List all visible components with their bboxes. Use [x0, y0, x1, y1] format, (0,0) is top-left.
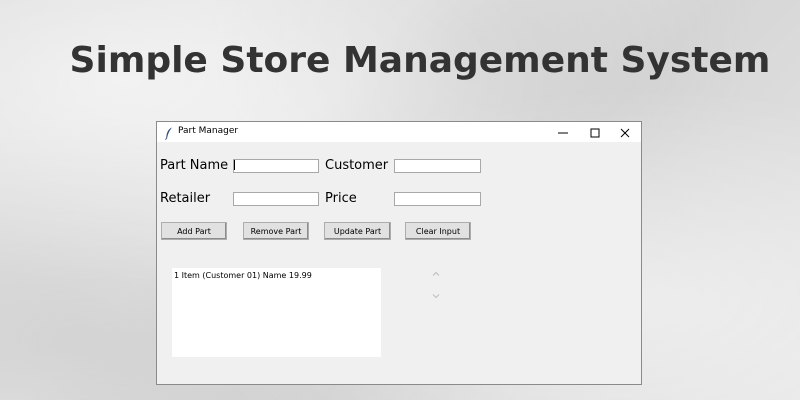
close-icon: [620, 123, 630, 142]
customer-input[interactable]: [394, 159, 481, 173]
maximize-icon: [590, 123, 600, 142]
close-button[interactable]: [610, 122, 640, 142]
part-name-input[interactable]: [233, 159, 319, 173]
parts-listbox[interactable]: 1 Item (Customer 01) Name 19.99: [172, 268, 381, 357]
price-input[interactable]: [394, 192, 481, 206]
list-scrollbar[interactable]: [430, 261, 442, 299]
customer-label: Customer: [325, 158, 389, 173]
window-titlebar[interactable]: Part Manager: [157, 122, 641, 142]
retailer-label: Retailer: [160, 191, 211, 206]
minimize-button[interactable]: [548, 122, 578, 142]
scroll-down-icon[interactable]: [432, 285, 440, 299]
retailer-input[interactable]: [233, 192, 319, 206]
add-part-button[interactable]: Add Part: [161, 222, 227, 240]
clear-input-button[interactable]: Clear Input: [405, 222, 471, 240]
part-manager-window: Part Manager Part Name Customer Retailer…: [156, 121, 642, 385]
remove-part-button[interactable]: Remove Part: [243, 222, 309, 240]
page-headline: Simple Store Management System: [69, 40, 771, 81]
list-item[interactable]: 1 Item (Customer 01) Name 19.99: [174, 271, 379, 281]
text-caret: [234, 160, 235, 170]
update-part-button[interactable]: Update Part: [324, 222, 391, 240]
feather-icon: [165, 125, 173, 140]
window-title: Part Manager: [178, 126, 239, 136]
maximize-button[interactable]: [580, 122, 610, 142]
scroll-up-icon[interactable]: [432, 263, 440, 276]
price-label: Price: [325, 191, 357, 206]
minimize-icon: [558, 123, 568, 142]
part-name-label: Part Name: [160, 158, 229, 173]
